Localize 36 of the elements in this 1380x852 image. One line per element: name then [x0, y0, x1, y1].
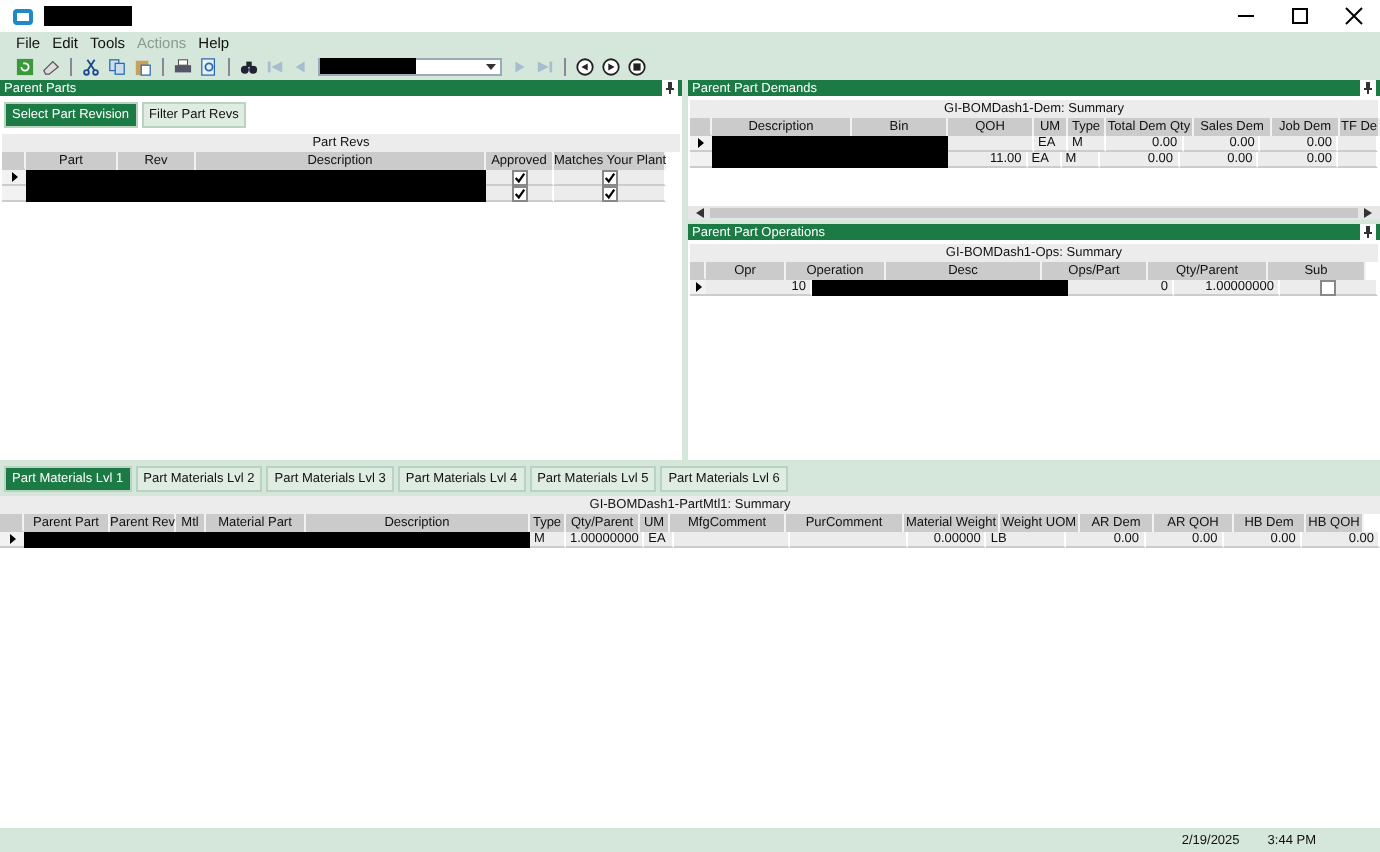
- scroll-left-icon[interactable]: [696, 208, 704, 218]
- scroll-thumb[interactable]: [710, 208, 1358, 218]
- scroll-right-icon[interactable]: [1364, 208, 1372, 218]
- grid-corner: [0, 514, 24, 532]
- caret-icon: [486, 63, 496, 69]
- current-row-icon: [11, 172, 17, 182]
- grid-corner: [690, 118, 712, 136]
- table-cell: [948, 136, 1034, 152]
- row-header[interactable]: [0, 532, 24, 548]
- current-row-icon: [698, 138, 704, 148]
- row-header[interactable]: [2, 170, 26, 186]
- row-header[interactable]: [690, 136, 712, 152]
- print-preview-icon[interactable]: [200, 57, 218, 75]
- horizontal-scrollbar[interactable]: [688, 206, 1380, 220]
- close-icon[interactable]: [1344, 6, 1364, 26]
- pin-icon[interactable]: [1360, 80, 1376, 96]
- record-dropdown[interactable]: [318, 57, 502, 75]
- pin-icon[interactable]: [1360, 224, 1376, 240]
- grid-corner: [2, 152, 26, 170]
- current-row-icon: [9, 534, 15, 544]
- current-row-icon: [695, 282, 701, 292]
- printer-icon[interactable]: [174, 57, 192, 75]
- pin-icon[interactable]: [662, 80, 678, 96]
- app-icon: [12, 7, 34, 25]
- clipboard-icon[interactable]: [134, 57, 152, 75]
- binoculars-icon[interactable]: [240, 57, 258, 75]
- maximize-icon[interactable]: [1290, 6, 1310, 26]
- grid-corner: [690, 262, 706, 280]
- row-header[interactable]: [690, 280, 706, 296]
- forward-icon[interactable]: [602, 57, 620, 75]
- refresh-icon[interactable]: [16, 57, 34, 75]
- eraser-icon[interactable]: [42, 57, 60, 75]
- back-icon[interactable]: [576, 57, 594, 75]
- stop-icon[interactable]: [628, 57, 646, 75]
- copy-icon[interactable]: [108, 57, 126, 75]
- scissors-icon[interactable]: [82, 57, 100, 75]
